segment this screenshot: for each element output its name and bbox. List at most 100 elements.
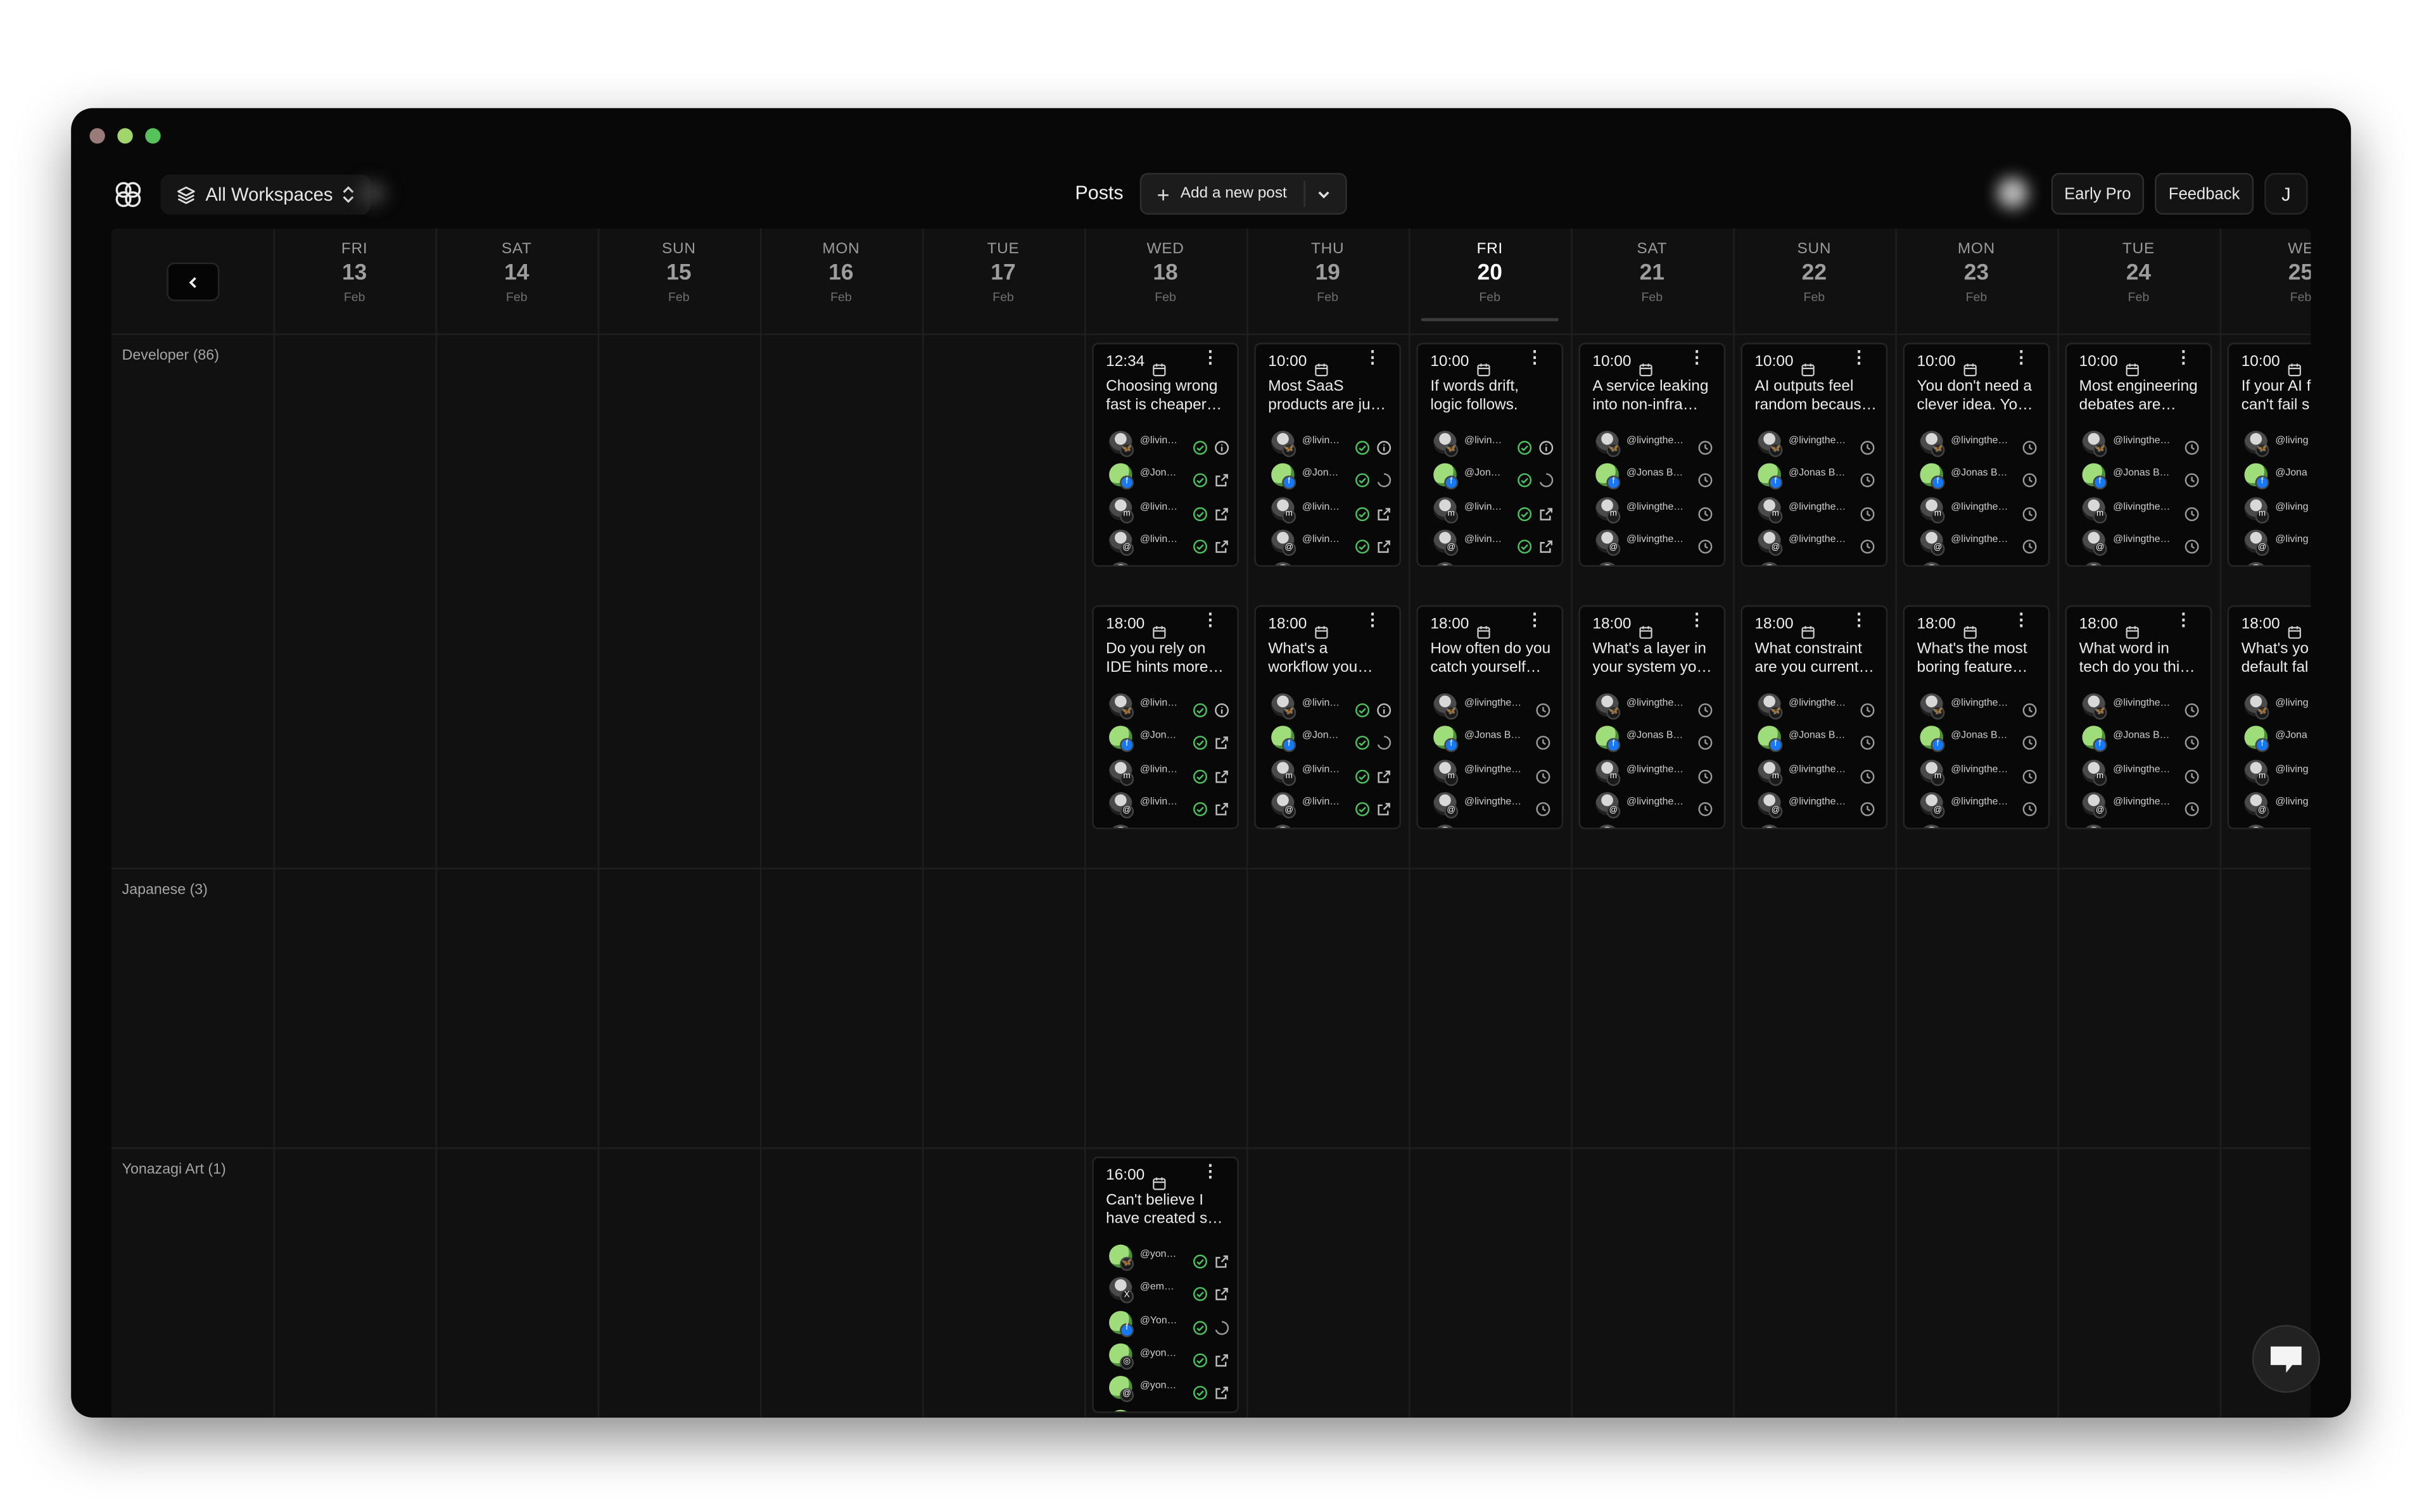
feedback-button[interactable]: Feedback — [2155, 173, 2254, 215]
account-row[interactable]: f @Jonas B… — [1754, 723, 1884, 754]
account-row[interactable]: m @livingthe… — [1754, 493, 1884, 524]
more-options-icon[interactable]: ⋮ — [2013, 350, 2030, 367]
day-header[interactable]: TUE 17 Feb — [922, 229, 1084, 334]
account-row[interactable]: 🦋 @livingthe… — [1592, 428, 1722, 459]
close-window-button[interactable] — [89, 128, 105, 144]
account-row[interactable]: m@… — [1106, 1406, 1236, 1411]
more-options-icon[interactable]: ⋮ — [1201, 612, 1219, 629]
account-row[interactable]: X@livingthe… — [1754, 559, 1884, 565]
account-row[interactable]: m @livin… — [1268, 756, 1398, 787]
account-row[interactable]: @ @livin… — [1268, 789, 1398, 820]
account-row[interactable]: 🦋 @livingthe… — [2079, 428, 2209, 459]
more-options-icon[interactable]: ⋮ — [1851, 350, 1868, 367]
account-row[interactable]: X@livingthe… — [2079, 559, 2209, 565]
account-row[interactable]: X@livin… — [1268, 822, 1398, 827]
post-card[interactable]: 10:00 ⋮ AI outputs feel random becaus… 🦋 @liv… — [1740, 343, 1888, 566]
external-link-icon[interactable] — [1376, 764, 1392, 791]
account-row[interactable]: f @Jonas B… — [1754, 460, 1884, 491]
post-card[interactable]: 10:00⋮If your AI fcan't fail s🦋@livingf@… — [2227, 343, 2311, 566]
external-link-icon[interactable] — [1214, 501, 1229, 529]
post-card[interactable]: 18:00 ⋮ What constraint are you current… 🦋 @l… — [1740, 605, 1888, 829]
more-options-icon[interactable]: ⋮ — [2175, 350, 2192, 367]
external-link-icon[interactable] — [1214, 797, 1229, 824]
add-post-button[interactable]: + Add a new post — [1139, 173, 1347, 215]
chat-support-button[interactable] — [2252, 1325, 2321, 1393]
account-row[interactable]: m @livingthe… — [1754, 756, 1884, 787]
account-row[interactable]: m @livingthe… — [2079, 493, 2209, 524]
day-header[interactable]: FRI 13 Feb — [274, 229, 436, 334]
account-row[interactable]: @ @livingthe… — [1917, 789, 2047, 820]
account-row[interactable]: 🦋 @livingthe… — [1592, 690, 1722, 721]
account-row[interactable]: f @Jonas B… — [1592, 723, 1722, 754]
external-link-icon[interactable] — [1214, 1249, 1229, 1277]
post-card[interactable]: 10:00 ⋮ A service leaking into non-infra… 🦋 @… — [1578, 343, 1726, 566]
day-header[interactable]: MON 16 Feb — [760, 229, 922, 334]
zoom-window-button[interactable] — [145, 128, 161, 144]
more-options-icon[interactable]: ⋮ — [2175, 612, 2192, 629]
account-row[interactable]: f @Yon… — [1106, 1307, 1236, 1339]
external-link-icon[interactable] — [1214, 731, 1229, 759]
account-row[interactable]: X@livin… — [1268, 559, 1398, 565]
more-options-icon[interactable]: ⋮ — [1201, 1164, 1219, 1181]
early-pro-button[interactable]: Early Pro — [2051, 173, 2145, 215]
account-row[interactable]: @ @livin… — [1268, 526, 1398, 557]
account-row[interactable]: 🦋 @livin… — [1268, 690, 1398, 721]
account-row[interactable]: @ @livingthe… — [2079, 789, 2209, 820]
account-row[interactable]: @ @livin… — [1106, 526, 1236, 557]
post-card[interactable]: 18:00 ⋮ What word in tech do you thi… 🦋 @livi… — [2065, 605, 2212, 829]
day-header[interactable]: WE 25 Feb — [2220, 229, 2311, 334]
account-row[interactable]: @ @livingthe… — [1917, 526, 2047, 557]
post-card[interactable]: 18:00 ⋮ What's a workflow you… 🦋 @livin… f @Jon… — [1254, 605, 1401, 829]
external-link-icon[interactable] — [1538, 501, 1554, 529]
external-link-icon[interactable] — [1214, 1381, 1229, 1409]
more-options-icon[interactable]: ⋮ — [1851, 612, 1868, 629]
account-row[interactable]: 🦋 @livin… — [1106, 428, 1236, 459]
account-row[interactable]: f @Jon… — [1106, 723, 1236, 754]
account-row[interactable]: f @Jon… — [1268, 460, 1398, 491]
account-row[interactable]: f @Jonas B… — [1430, 723, 1560, 754]
account-row[interactable]: 🦋 @livin… — [1430, 428, 1560, 459]
account-row[interactable]: @ @livin… — [1430, 526, 1560, 557]
account-row[interactable]: @ @livingthe… — [1430, 789, 1560, 820]
account-row[interactable]: X@livingthe… — [1917, 822, 2047, 827]
day-header[interactable]: TUE 24 Feb — [2057, 229, 2219, 334]
account-row[interactable]: m @livingthe… — [1430, 756, 1560, 787]
account-row[interactable]: f @Jon… — [1106, 460, 1236, 491]
day-header[interactable]: SUN 22 Feb — [1733, 229, 1895, 334]
account-row[interactable]: 🦋 @livingthe… — [1754, 428, 1884, 459]
account-row[interactable]: X@livin… — [1106, 822, 1236, 827]
account-row[interactable]: X @em… — [1106, 1275, 1236, 1306]
account-row[interactable]: m @living — [2241, 493, 2311, 524]
more-options-icon[interactable]: ⋮ — [1364, 612, 1381, 629]
account-row[interactable]: m @livingthe… — [1592, 493, 1722, 524]
account-row[interactable]: f @Jonas B… — [1917, 460, 2047, 491]
account-row[interactable]: f @Jona — [2241, 460, 2311, 491]
post-card[interactable]: 18:00 ⋮ Do you rely on IDE hints more… 🦋 @liv… — [1092, 605, 1239, 829]
account-row[interactable]: f @Jonas B… — [1917, 723, 2047, 754]
account-row[interactable]: X@livingthe… — [2079, 822, 2209, 827]
day-header[interactable]: WED 18 Feb — [1084, 229, 1246, 334]
account-row[interactable]: m @living — [2241, 756, 2311, 787]
post-card[interactable]: 10:00 ⋮ You don't need a clever idea. Yo… 🦋 @… — [1903, 343, 2050, 566]
chevron-down-icon[interactable] — [1316, 187, 1331, 202]
account-row[interactable]: f @Jonas B… — [2079, 723, 2209, 754]
account-row[interactable]: 🦋 @livingthe… — [2079, 690, 2209, 721]
account-row[interactable]: 🦋 @livin… — [1106, 690, 1236, 721]
account-row[interactable]: X@livingthe… — [1592, 559, 1722, 565]
external-link-icon[interactable] — [1214, 1348, 1229, 1376]
day-header[interactable]: FRI 20 Feb — [1409, 229, 1571, 334]
account-row[interactable]: ◎ @yon… — [1106, 1340, 1236, 1371]
user-avatar-button[interactable]: J — [2264, 173, 2308, 215]
post-card[interactable]: 18:00 ⋮ What's the most boring feature… 🦋 @li… — [1903, 605, 2050, 829]
account-row[interactable]: @ @livingthe… — [1754, 526, 1884, 557]
external-link-icon[interactable] — [1376, 534, 1392, 562]
external-link-icon[interactable] — [1376, 501, 1392, 529]
more-options-icon[interactable]: ⋮ — [1526, 350, 1544, 367]
post-card[interactable]: 16:00 ⋮ Can't believe I have created s… 🦋 @yo… — [1092, 1156, 1239, 1413]
account-row[interactable]: X@livingthe… — [1592, 822, 1722, 827]
more-options-icon[interactable]: ⋮ — [1689, 350, 1706, 367]
more-options-icon[interactable]: ⋮ — [1364, 350, 1381, 367]
minimize-window-button[interactable] — [117, 128, 133, 144]
post-card[interactable]: 10:00 ⋮ Most engineering debates are… 🦋 @livi… — [2065, 343, 2212, 566]
account-row[interactable]: @ @livin… — [1106, 789, 1236, 820]
